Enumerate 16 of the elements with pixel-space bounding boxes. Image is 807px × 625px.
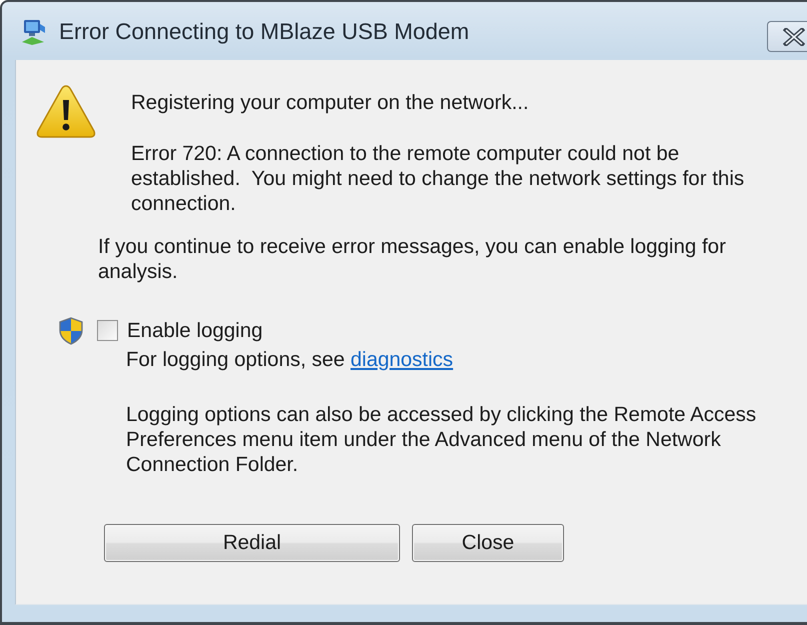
- checkbox[interactable]: [97, 320, 118, 341]
- window-title: Error Connecting to MBlaze USB Modem: [59, 19, 470, 45]
- checkbox-label[interactable]: Enable logging: [127, 318, 263, 343]
- shield-icon: [58, 316, 84, 344]
- status-message: Registering your computer on the network...: [131, 90, 530, 115]
- hint-text: If you continue to receive error messages, you can enable logging for analysis.: [98, 234, 727, 284]
- error-message: Error 720: A connection to the remote computer could not be established. You might need to change the network settings for this connection.: [131, 141, 746, 216]
- diagnostics-link[interactable]: diagnostics: [350, 348, 454, 371]
- dialog-button[interactable]: Close: [412, 524, 564, 562]
- close-icon: [783, 28, 805, 46]
- computer-icon: [20, 19, 46, 45]
- dialog-button[interactable]: Redial: [104, 524, 400, 562]
- logging-note: Logging options can also be accessed by clicking the Remote Access Preferences menu item under the Advanced menu of the Network Connection Folder.: [126, 402, 758, 477]
- warning-icon: [36, 84, 96, 139]
- close-button[interactable]: [767, 21, 807, 52]
- logging-options-text: For logging options, see diagnostics: [126, 347, 454, 372]
